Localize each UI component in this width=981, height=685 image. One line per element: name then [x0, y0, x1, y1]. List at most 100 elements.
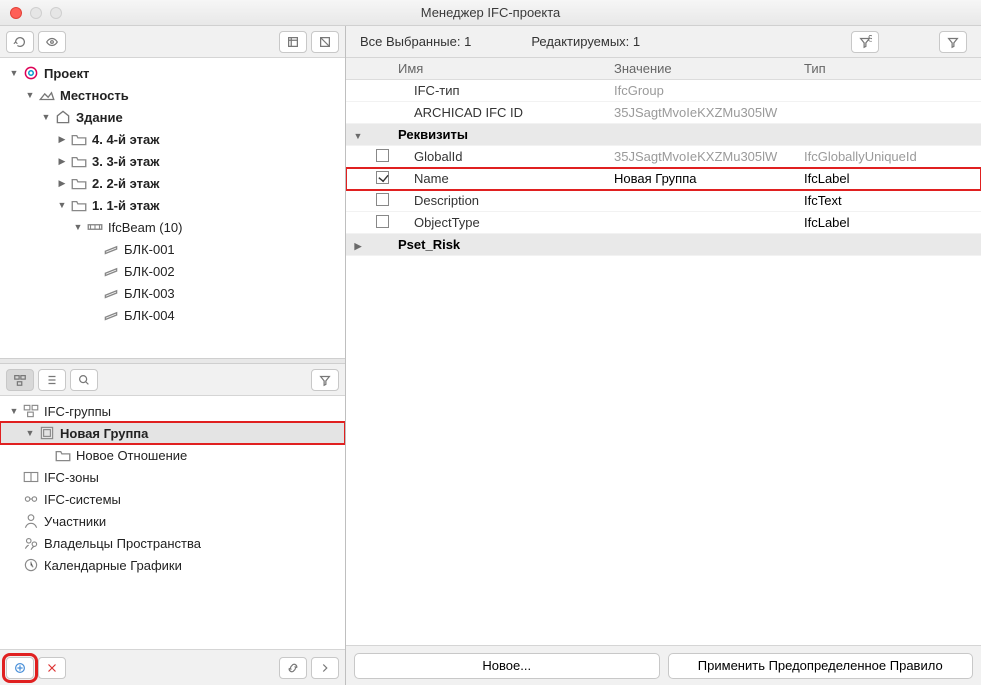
site-icon — [38, 87, 56, 103]
group-icon — [38, 425, 56, 441]
tree-row[interactable]: 2. 2-й этаж — [0, 172, 345, 194]
tree-row[interactable]: 3. 3-й этаж — [0, 150, 345, 172]
project-tree[interactable]: Проект Местность Здание 4. 4-й этаж 3. 3-й э… — [0, 58, 345, 358]
add-item-button[interactable] — [6, 657, 34, 679]
select-mode-button-2[interactable] — [311, 31, 339, 53]
tree-row[interactable]: Календарные Графики — [0, 554, 345, 576]
expand-toggle-icon — [88, 309, 100, 321]
expand-toggle-icon[interactable] — [24, 89, 36, 101]
tree-row[interactable]: Местность — [0, 84, 345, 106]
visibility-button[interactable] — [38, 31, 66, 53]
property-row[interactable]: DescriptionIfcText — [346, 190, 981, 212]
groups-view-button[interactable] — [6, 369, 34, 391]
expand-toggle-icon[interactable] — [56, 155, 68, 167]
prop-name: GlobalId — [394, 149, 614, 164]
expand-toggle-icon[interactable] — [8, 405, 20, 417]
col-type: Тип — [804, 61, 981, 76]
delete-item-button[interactable] — [38, 657, 66, 679]
expand-toggle-icon[interactable] — [56, 199, 68, 211]
expand-toggle-icon[interactable] — [72, 221, 84, 233]
expand-right-button[interactable] — [311, 657, 339, 679]
prop-type: IfcLabel — [804, 215, 981, 230]
zones-icon — [22, 469, 40, 485]
property-row[interactable]: ObjectTypeIfcLabel — [346, 212, 981, 234]
tree-row[interactable]: IFC-системы — [0, 488, 345, 510]
systems-icon — [22, 491, 40, 507]
selected-count-label: Все Выбранные: 1 — [360, 34, 471, 49]
selection-status-bar: Все Выбранные: 1 Редактируемых: 1 § — [346, 26, 981, 58]
col-name: Имя — [394, 61, 614, 76]
tree-row[interactable]: Участники — [0, 510, 345, 532]
tree-row[interactable]: 4. 4-й этаж — [0, 128, 345, 150]
tree-row-label: IfcBeam (10) — [108, 220, 182, 235]
tree-row[interactable]: IFC-зоны — [0, 466, 345, 488]
tree-row-label: Участники — [44, 514, 106, 529]
prop-type: IfcLabel — [804, 171, 981, 186]
building-icon — [54, 109, 72, 125]
property-checkbox[interactable] — [376, 171, 389, 184]
expand-toggle-icon[interactable] — [24, 427, 36, 439]
tree-row-label: IFC-зоны — [44, 470, 99, 485]
link-button[interactable] — [279, 657, 307, 679]
property-row[interactable]: GlobalId35JSagtMvoIeKXZMu305lWIfcGloball… — [346, 146, 981, 168]
new-property-button[interactable]: Новое... — [354, 653, 660, 679]
expand-toggle-icon — [8, 537, 20, 549]
beam-icon — [102, 307, 120, 323]
prop-value[interactable]: 35JSagtMvoIeKXZMu305lW — [614, 149, 804, 164]
select-mode-button-1[interactable] — [279, 31, 307, 53]
property-checkbox[interactable] — [376, 149, 389, 162]
list-view-button[interactable] — [38, 369, 66, 391]
tree-row[interactable]: БЛК-004 — [0, 304, 345, 326]
refresh-button[interactable] — [6, 31, 34, 53]
expand-toggle-icon[interactable] — [40, 111, 52, 123]
folder-icon — [54, 447, 72, 463]
filter-props-button-2[interactable] — [939, 31, 967, 53]
tree-row[interactable]: Проект — [0, 62, 345, 84]
tree-row[interactable]: Владельцы Пространства — [0, 532, 345, 554]
assignments-tree[interactable]: IFC-группыНовая ГруппаНовое Отношение IFC… — [0, 396, 345, 649]
tree-row-label: 2. 2-й этаж — [92, 176, 159, 191]
prop-name: ARCHICAD IFC ID — [394, 105, 614, 120]
tree-row[interactable]: Новое Отношение — [0, 444, 345, 466]
expand-toggle-icon — [88, 243, 100, 255]
tree-row[interactable]: БЛК-002 — [0, 260, 345, 282]
props-group-attributes[interactable]: Реквизиты — [346, 124, 981, 146]
property-checkbox[interactable] — [376, 193, 389, 206]
expand-toggle-icon[interactable] — [8, 67, 20, 79]
tree-row[interactable]: 1. 1-й этаж — [0, 194, 345, 216]
window-title: Менеджер IFC-проекта — [0, 5, 981, 20]
tree-row[interactable]: Здание — [0, 106, 345, 128]
tree-row-label: БЛК-001 — [124, 242, 175, 257]
expand-toggle-icon — [8, 515, 20, 527]
property-row[interactable]: NameНовая ГруппаIfcLabel — [346, 168, 981, 190]
tree-row[interactable]: БЛК-003 — [0, 282, 345, 304]
filter-props-button-1[interactable]: § — [851, 31, 879, 53]
tree-row[interactable]: IFC-группы — [0, 400, 345, 422]
folder-icon — [70, 131, 88, 147]
tree-row-label: 4. 4-й этаж — [92, 132, 159, 147]
tree-row[interactable]: IfcBeam (10) — [0, 216, 345, 238]
tree-row-label: Здание — [76, 110, 123, 125]
prop-name: Name — [394, 171, 614, 186]
prop-value[interactable]: Новая Группа — [614, 171, 804, 186]
property-row[interactable]: ARCHICAD IFC ID35JSagtMvoIeKXZMu305lW — [346, 102, 981, 124]
props-group-pset-risk[interactable]: Pset_Risk — [346, 234, 981, 256]
assignments-toolbar — [0, 364, 345, 396]
prop-name: IFC-тип — [394, 83, 614, 98]
search-button[interactable] — [70, 369, 98, 391]
apply-rule-button[interactable]: Применить Предопределенное Правило — [668, 653, 974, 679]
project-icon — [22, 65, 40, 81]
tree-row[interactable]: БЛК-001 — [0, 238, 345, 260]
tree-row-label: Календарные Графики — [44, 558, 182, 573]
property-checkbox[interactable] — [376, 215, 389, 228]
beam-icon — [102, 263, 120, 279]
property-row[interactable]: IFC-типIfcGroup — [346, 80, 981, 102]
filter-assignments-button[interactable] — [311, 369, 339, 391]
folder-icon — [70, 153, 88, 169]
properties-table[interactable]: Имя Значение Тип IFC-типIfcGroupARCHICAD… — [346, 58, 981, 645]
tree-row-label: Местность — [60, 88, 129, 103]
tree-row[interactable]: Новая Группа — [0, 422, 345, 444]
expand-toggle-icon[interactable] — [56, 133, 68, 145]
expand-toggle-icon[interactable] — [56, 177, 68, 189]
right-panel: Все Выбранные: 1 Редактируемых: 1 § Имя … — [346, 26, 981, 685]
